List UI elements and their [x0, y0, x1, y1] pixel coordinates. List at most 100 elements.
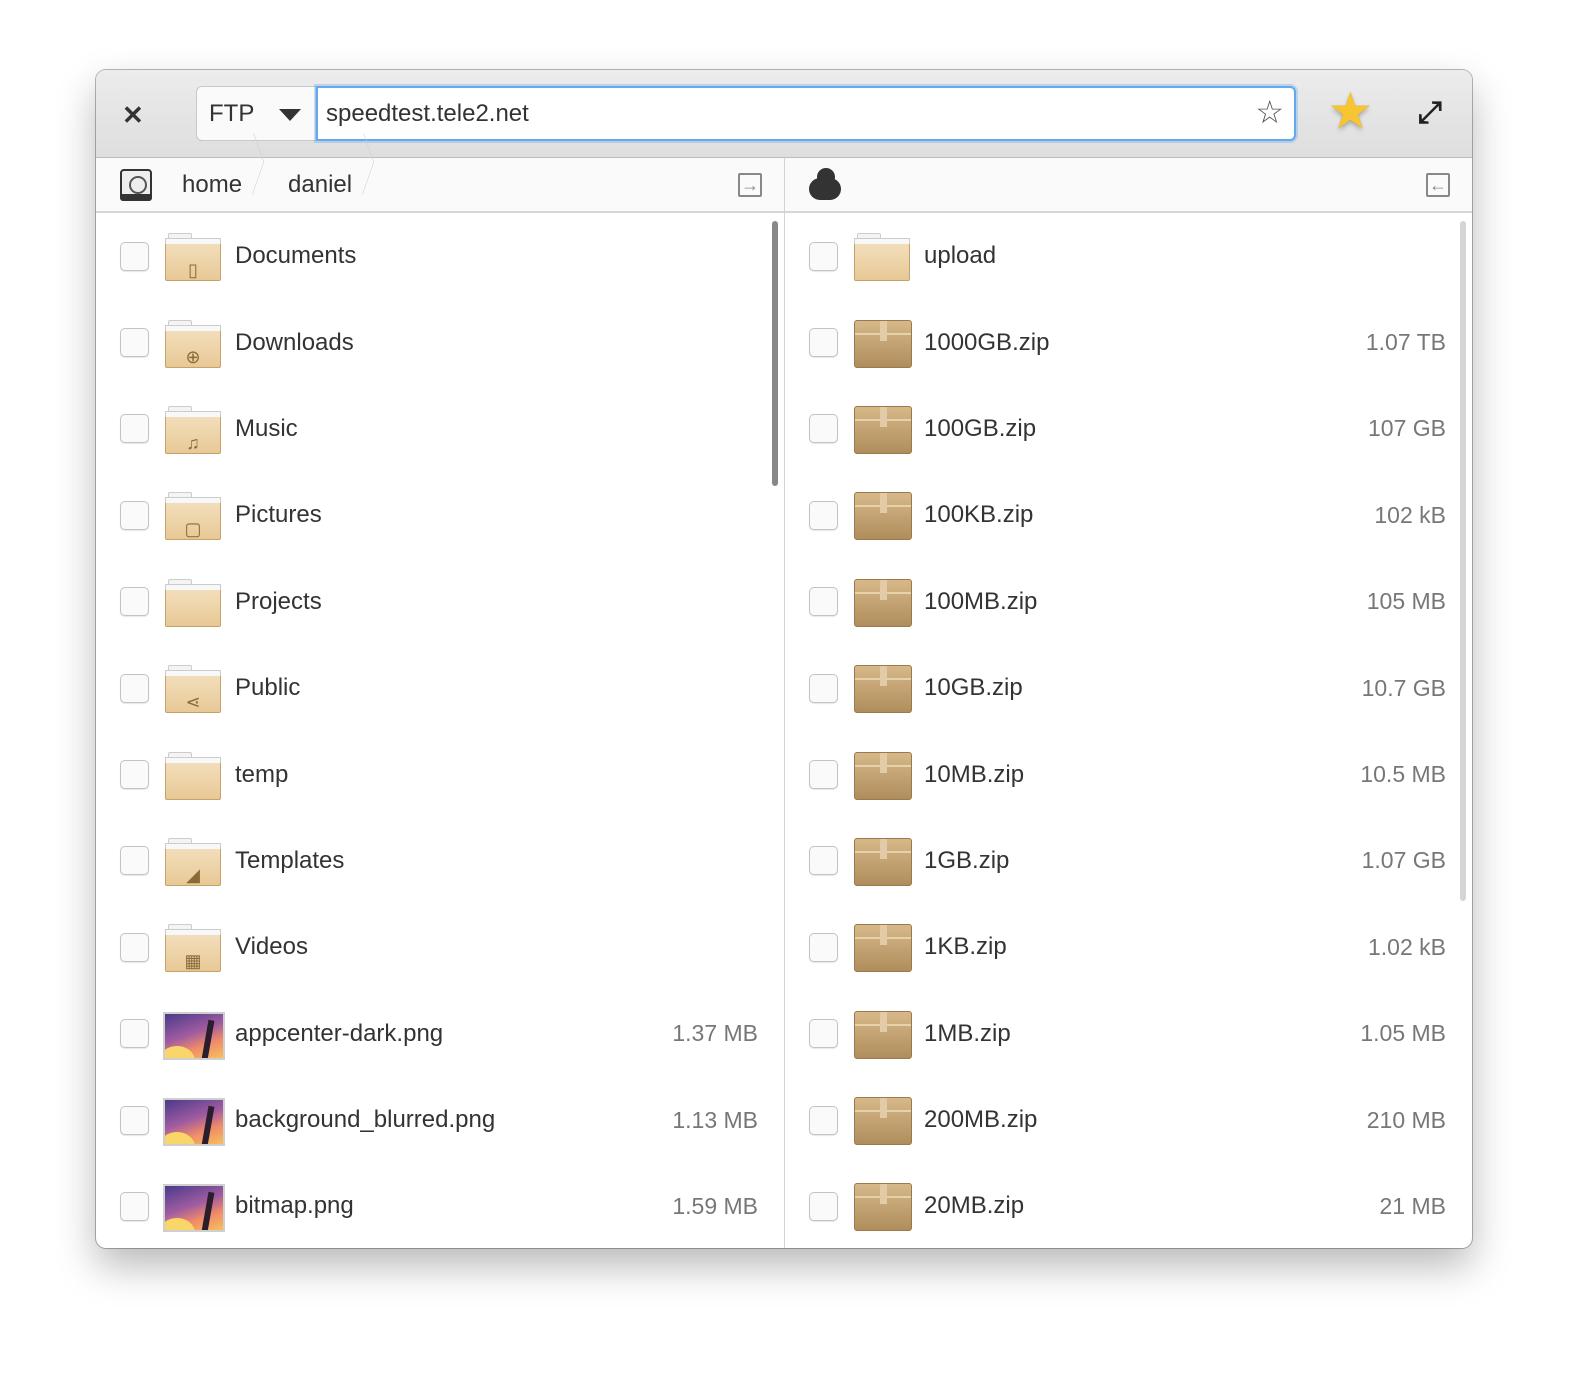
list-item[interactable]: background_blurred.png 1.13 MB: [96, 1077, 784, 1163]
select-checkbox[interactable]: [120, 760, 149, 790]
file-list: upload 1000GB.zip 1.07 TB 100GB.zip 107 …: [785, 213, 1472, 1248]
select-checkbox[interactable]: [120, 414, 149, 444]
folder-icon: ▦: [165, 924, 221, 973]
file-icon: [163, 1181, 225, 1233]
list-item[interactable]: ⋖ Public: [96, 645, 784, 731]
file-icon: ▢: [163, 490, 223, 541]
select-checkbox[interactable]: [120, 1191, 149, 1221]
file-name: 10GB.zip: [924, 674, 1023, 702]
list-item[interactable]: 1MB.zip 1.05 MB: [785, 991, 1472, 1077]
list-item[interactable]: temp: [96, 731, 784, 817]
select-checkbox[interactable]: [120, 846, 149, 876]
list-item[interactable]: ◢ Templates: [96, 818, 784, 904]
select-checkbox[interactable]: [809, 846, 838, 876]
file-name: 1000GB.zip: [924, 328, 1050, 356]
select-checkbox[interactable]: [120, 1105, 149, 1135]
select-checkbox[interactable]: [809, 673, 838, 703]
file-name: 10MB.zip: [924, 760, 1025, 788]
folder-icon: [165, 578, 221, 627]
file-size: 21 MB: [1379, 1192, 1446, 1219]
file-size: 105 MB: [1366, 588, 1446, 615]
file-size: 102 kB: [1374, 501, 1446, 528]
disconnect-icon[interactable]: →: [738, 173, 762, 197]
file-name: Videos: [235, 933, 308, 961]
file-name: Downloads: [235, 328, 354, 356]
url-input[interactable]: [326, 99, 1226, 128]
file-size: 107 GB: [1368, 415, 1446, 442]
select-checkbox[interactable]: [809, 328, 838, 358]
list-item[interactable]: 20MB.zip 21 MB: [785, 1163, 1472, 1248]
select-checkbox[interactable]: [120, 500, 149, 530]
file-icon: [852, 922, 912, 973]
list-item[interactable]: Projects: [96, 559, 784, 645]
list-item[interactable]: 1GB.zip 1.07 GB: [785, 818, 1472, 904]
list-item[interactable]: 1000GB.zip 1.07 TB: [785, 299, 1472, 385]
select-checkbox[interactable]: [120, 241, 149, 271]
breadcrumb-home[interactable]: home: [152, 158, 258, 211]
select-checkbox[interactable]: [809, 241, 838, 271]
list-item[interactable]: upload: [785, 213, 1472, 299]
list-item[interactable]: 1KB.zip 1.02 kB: [785, 904, 1472, 990]
file-name: bitmap.png: [235, 1192, 354, 1220]
list-item[interactable]: ▯ Documents: [96, 213, 784, 299]
disconnect-icon[interactable]: ←: [1426, 173, 1450, 197]
select-checkbox[interactable]: [809, 1105, 838, 1135]
select-checkbox[interactable]: [120, 1019, 149, 1049]
select-checkbox[interactable]: [809, 1019, 838, 1049]
file-icon: [163, 1009, 225, 1060]
breadcrumb: home daniel →: [96, 158, 784, 213]
file-size: 1.07 GB: [1361, 847, 1446, 874]
file-name: 20MB.zip: [924, 1192, 1025, 1220]
protocol-select[interactable]: FTP: [196, 86, 316, 141]
cloud-icon[interactable]: [809, 167, 841, 200]
select-checkbox[interactable]: [120, 328, 149, 358]
list-item[interactable]: 10GB.zip 10.7 GB: [785, 645, 1472, 731]
bookmarks-star-icon[interactable]: ★: [1328, 86, 1373, 136]
close-icon[interactable]: ✕: [122, 100, 144, 131]
maximize-icon[interactable]: ⤢: [1418, 98, 1442, 128]
file-icon: [852, 750, 912, 800]
star-outline-icon[interactable]: ☆: [1255, 96, 1284, 128]
file-icon: [852, 836, 912, 886]
select-checkbox[interactable]: [809, 932, 838, 962]
select-checkbox[interactable]: [809, 1191, 838, 1221]
select-checkbox[interactable]: [809, 760, 838, 790]
select-checkbox[interactable]: [809, 587, 838, 617]
url-bar[interactable]: ☆: [316, 86, 1296, 141]
list-item[interactable]: 100GB.zip 107 GB: [785, 386, 1472, 472]
hard-drive-icon[interactable]: [120, 168, 152, 201]
list-item[interactable]: ▦ Videos: [96, 904, 784, 990]
breadcrumb: ←: [785, 158, 1472, 213]
file-name: 200MB.zip: [924, 1106, 1038, 1134]
file-name: Pictures: [235, 501, 322, 529]
list-item[interactable]: 100MB.zip 105 MB: [785, 559, 1472, 645]
select-checkbox[interactable]: [120, 673, 149, 703]
file-icon: [852, 1181, 912, 1232]
file-size: 10.7 GB: [1361, 674, 1446, 701]
select-checkbox[interactable]: [809, 500, 838, 530]
file-name: background_blurred.png: [235, 1106, 496, 1134]
archive-icon: [854, 492, 912, 541]
select-checkbox[interactable]: [120, 932, 149, 962]
breadcrumb-daniel[interactable]: daniel: [258, 158, 368, 211]
image-thumbnail-icon: [163, 1184, 225, 1233]
list-item[interactable]: 100KB.zip 102 kB: [785, 472, 1472, 558]
file-size: 10.5 MB: [1360, 761, 1446, 788]
list-item[interactable]: bitmap.png 1.59 MB: [96, 1163, 784, 1248]
list-item[interactable]: 10MB.zip 10.5 MB: [785, 731, 1472, 817]
list-item[interactable]: 200MB.zip 210 MB: [785, 1077, 1472, 1163]
list-item[interactable]: ⊕ Downloads: [96, 299, 784, 385]
list-item[interactable]: ▢ Pictures: [96, 472, 784, 558]
chevron-down-icon: [279, 109, 301, 121]
file-icon: [852, 231, 912, 282]
file-name: Documents: [235, 242, 357, 270]
list-item[interactable]: ♫ Music: [96, 386, 784, 472]
archive-icon: [854, 665, 912, 714]
archive-icon: [854, 1010, 912, 1059]
select-checkbox[interactable]: [120, 587, 149, 617]
select-checkbox[interactable]: [809, 414, 838, 444]
file-name: temp: [235, 760, 289, 788]
list-item[interactable]: appcenter-dark.png 1.37 MB: [96, 991, 784, 1077]
file-icon: [852, 490, 912, 541]
folder-icon: ⋖: [165, 665, 221, 714]
